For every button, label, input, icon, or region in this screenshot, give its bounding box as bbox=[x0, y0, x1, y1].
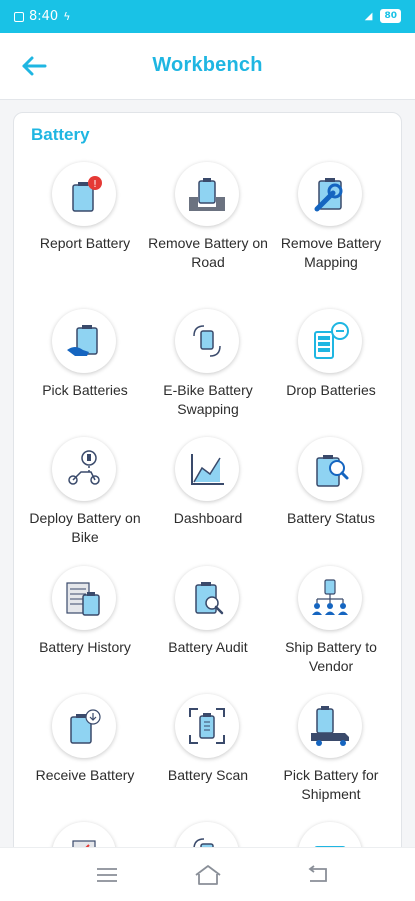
app-bar: Workbench bbox=[0, 33, 415, 100]
section-title: Battery bbox=[31, 125, 90, 144]
page-title: Workbench bbox=[152, 54, 263, 76]
tile-label: Remove Battery on Road bbox=[148, 235, 268, 270]
tile-label: Battery History bbox=[39, 639, 131, 655]
tile-label: Receive Battery bbox=[35, 767, 135, 783]
battery-history-icon bbox=[52, 566, 116, 630]
tile-label: Report Battery bbox=[39, 235, 131, 251]
battery-truck-icon bbox=[298, 694, 362, 758]
battery-road-icon bbox=[175, 162, 239, 226]
battery-alert-icon: ! bbox=[52, 162, 116, 226]
battery-ship-icon bbox=[298, 566, 362, 630]
battery-receive-icon bbox=[52, 694, 116, 758]
status-bar: 8:40 ϟ ◢ 80 bbox=[0, 0, 415, 33]
battery-audit-icon bbox=[175, 566, 239, 630]
tile-label: Battery Status bbox=[287, 510, 375, 526]
battery-wrench-icon bbox=[298, 162, 362, 226]
tile-label: E-Bike Battery Swapping bbox=[163, 382, 253, 417]
back-icon[interactable] bbox=[302, 862, 332, 888]
tile-label: Drop Batteries bbox=[286, 382, 376, 398]
tile-label: Deploy Battery on Bike bbox=[29, 510, 141, 545]
battery-scan-icon bbox=[175, 694, 239, 758]
battery-status-icon bbox=[298, 437, 362, 501]
tile-label: Dashboard bbox=[173, 510, 243, 526]
notification-icon bbox=[14, 11, 24, 22]
charging-icon: ϟ bbox=[63, 10, 71, 23]
battery-section-card: Battery ! Report Battery Remove Battery … bbox=[13, 112, 402, 872]
battery-hand-icon bbox=[52, 309, 116, 373]
battery-level: 80 bbox=[380, 9, 401, 23]
tile-label: Remove Battery Mapping bbox=[280, 235, 382, 270]
menu-icon[interactable] bbox=[92, 862, 122, 888]
system-nav-bar bbox=[0, 847, 415, 901]
bike-deploy-icon bbox=[52, 437, 116, 501]
tile-label: Battery Scan bbox=[167, 767, 249, 783]
tile-label: Pick Batteries bbox=[42, 382, 128, 398]
svg-text:!: ! bbox=[93, 179, 97, 190]
battery-drop-icon bbox=[298, 309, 362, 373]
tile-label: Ship Battery to Vendor bbox=[285, 639, 377, 674]
signal-icon: ◢ bbox=[364, 10, 373, 22]
home-icon[interactable] bbox=[193, 862, 223, 888]
tile-label: Battery Audit bbox=[168, 639, 248, 655]
battery-swap-icon bbox=[175, 309, 239, 373]
chart-icon bbox=[175, 437, 239, 501]
tile-label: Pick Battery for Shipment bbox=[283, 767, 379, 802]
status-time: 8:40 bbox=[29, 9, 59, 24]
